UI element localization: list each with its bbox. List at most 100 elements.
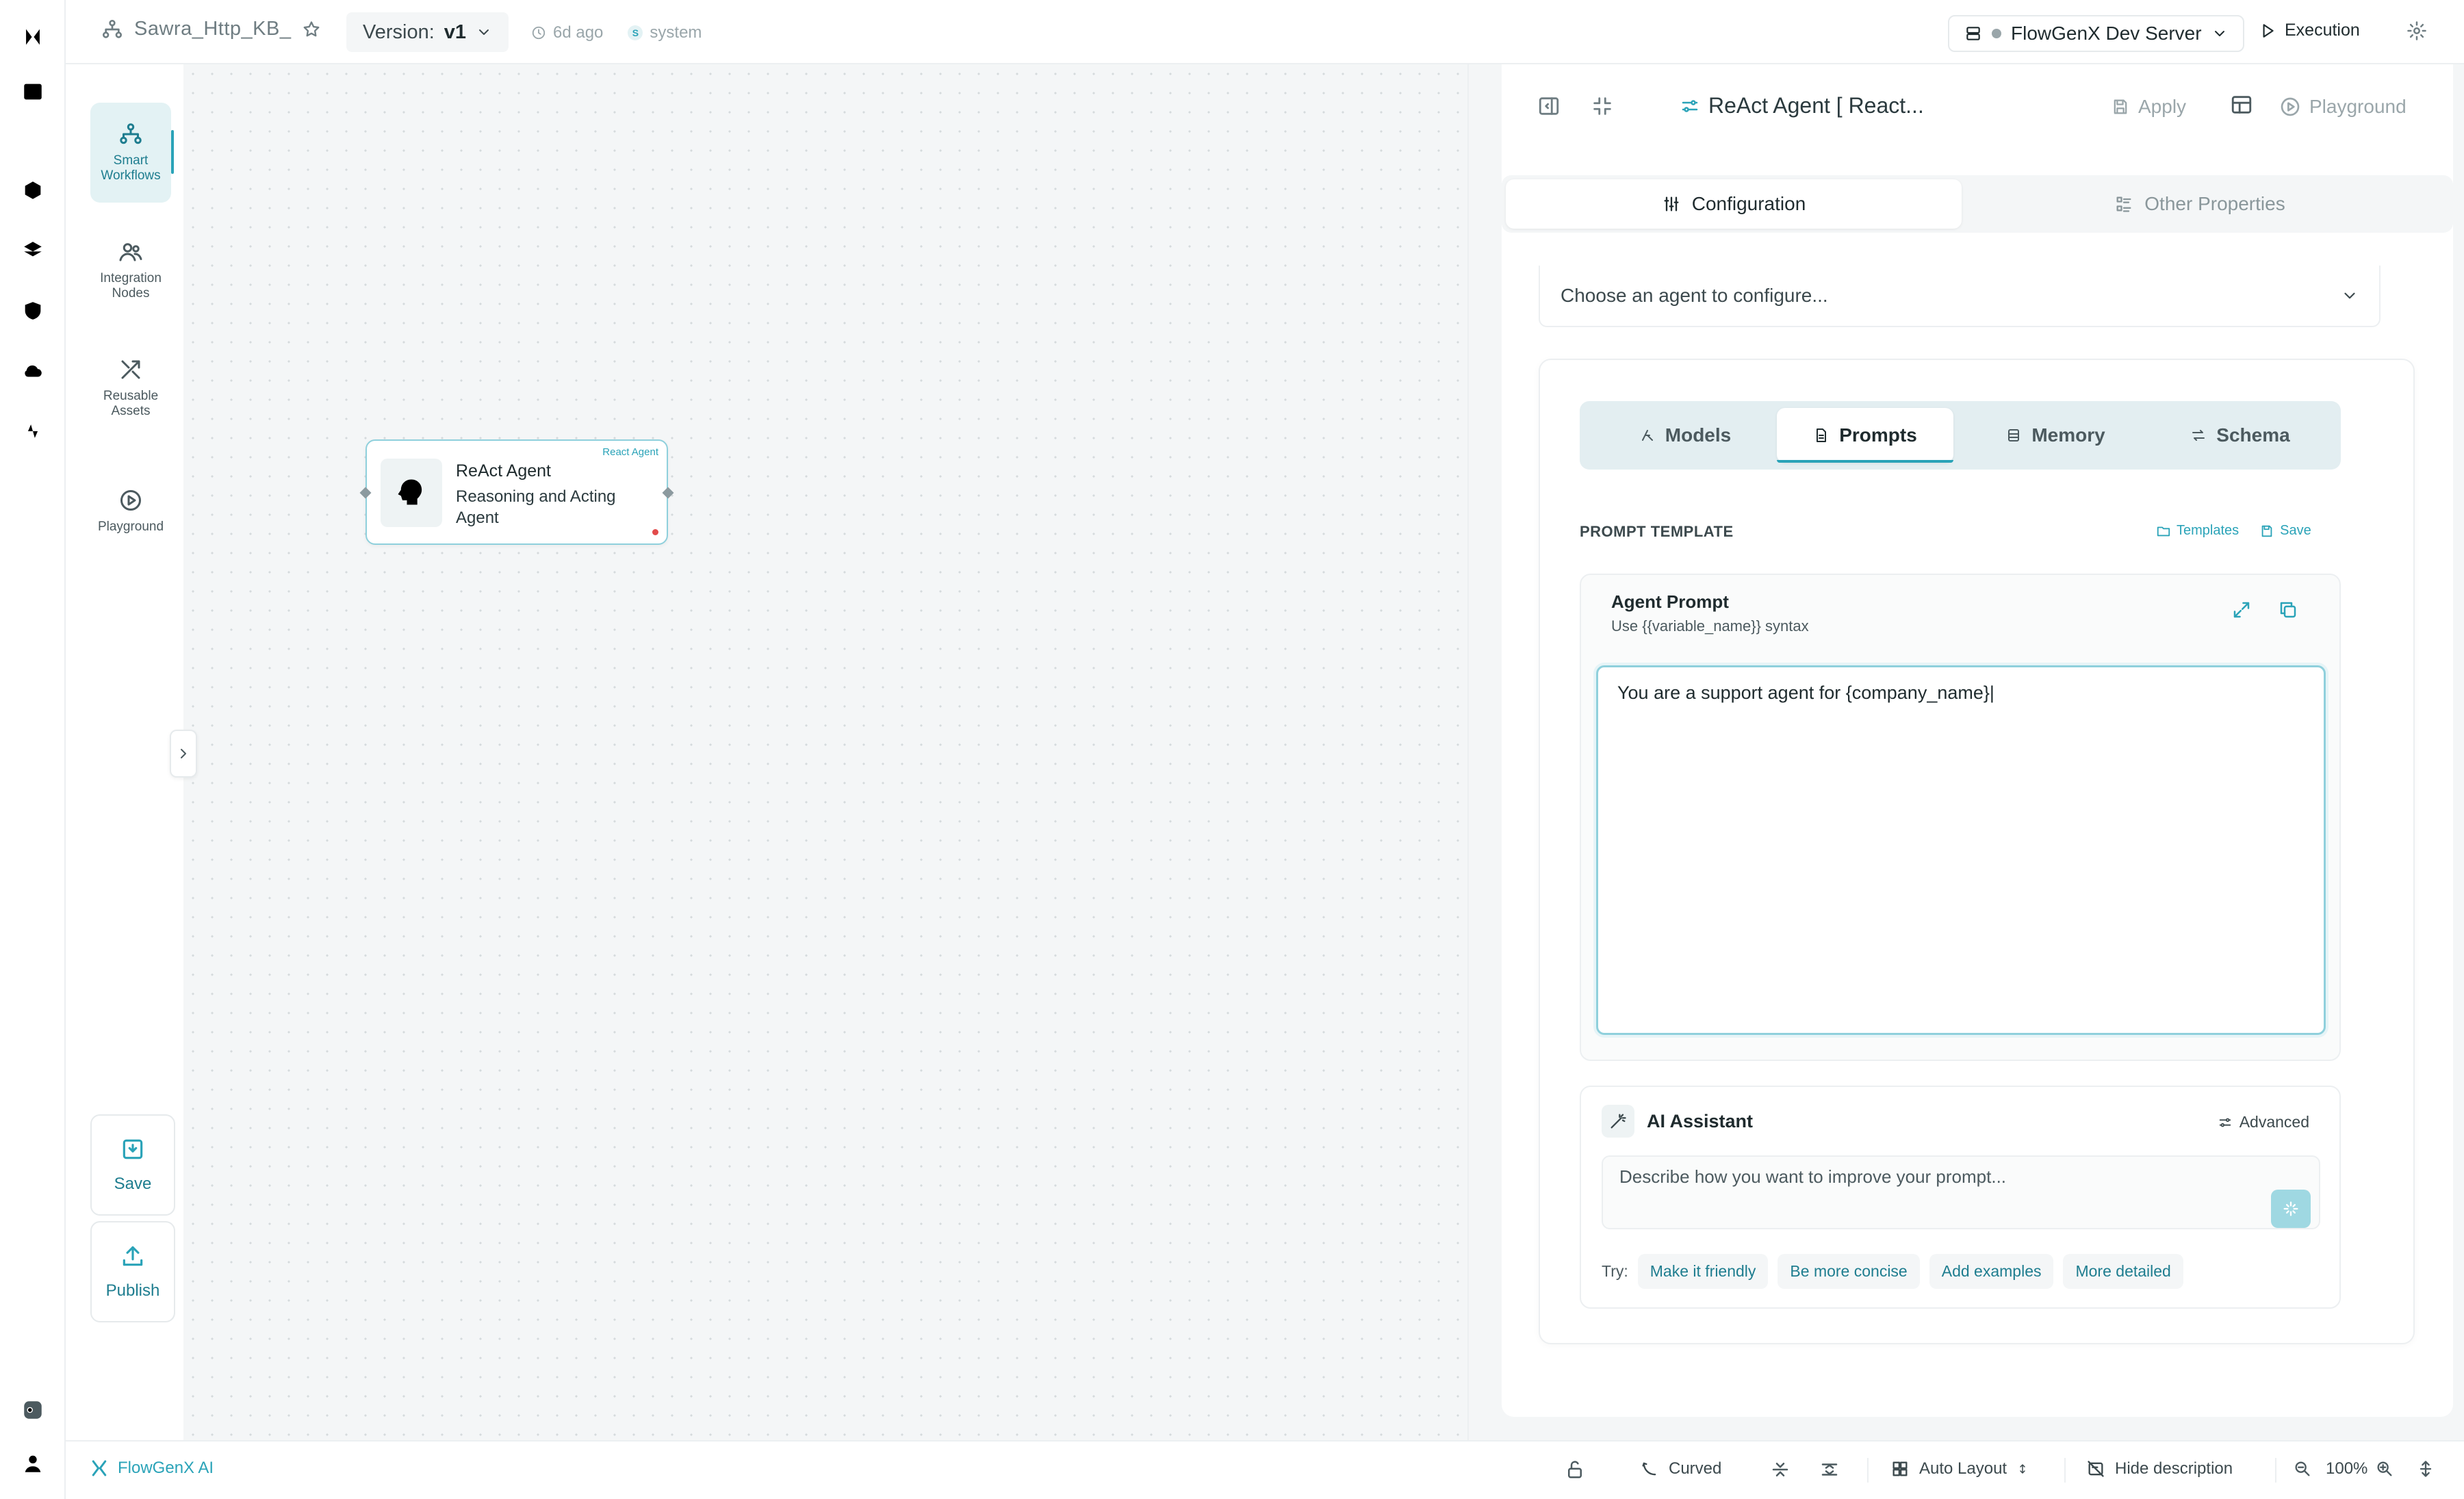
brand-name: FlowGenX AI	[118, 1459, 214, 1477]
suggestion-chip[interactable]: Be more concise	[1778, 1254, 1920, 1289]
subtab-label: Schema	[2216, 424, 2290, 446]
tab-configuration[interactable]: Configuration	[1506, 179, 1962, 229]
panel-toggle-icon[interactable]	[16, 75, 49, 108]
node-input-handle[interactable]	[359, 487, 372, 499]
cloud-icon[interactable]	[16, 355, 49, 387]
minimize-icon[interactable]	[1591, 94, 1614, 118]
templates-button[interactable]: Templates	[2156, 523, 2239, 539]
divider	[2064, 1458, 2066, 1483]
panel-tabs: Configuration Other Properties	[1502, 175, 2453, 233]
sidebar-item-label: Reusable Assets	[103, 389, 159, 418]
activity-icon[interactable]	[16, 415, 49, 448]
server-icon	[1964, 25, 1982, 42]
copy-icon[interactable]	[2278, 600, 2298, 620]
zoom-in-icon[interactable]	[2375, 1459, 2394, 1478]
folder-icon	[2156, 524, 2171, 539]
tab-other-properties[interactable]: Other Properties	[1967, 179, 2433, 229]
playground-button[interactable]: Playground	[2279, 96, 2407, 118]
layout-icon[interactable]	[2230, 93, 2253, 116]
advanced-button[interactable]: Advanced	[2218, 1113, 2309, 1131]
logo-icon[interactable]	[16, 21, 49, 53]
sidebar-item-label: Playground	[97, 520, 164, 534]
node-output-handle[interactable]	[662, 487, 674, 499]
user-icon[interactable]	[16, 1447, 49, 1480]
ai-assistant-title: AI Assistant	[1647, 1110, 1754, 1131]
node-description: Reasoning and Acting Agent	[456, 487, 616, 527]
shield-icon[interactable]	[16, 294, 49, 327]
document-icon	[1813, 427, 1830, 444]
agent-select[interactable]: Choose an agent to configure...	[1539, 266, 2380, 327]
sidebar-item-reusable-assets[interactable]: Reusable Assets	[90, 338, 171, 438]
execution-button[interactable]: Execution	[2259, 21, 2360, 40]
hide-description-label: Hide description	[2115, 1459, 2233, 1478]
sidebar-collapse-handle[interactable]	[170, 730, 197, 778]
save-icon	[2111, 97, 2130, 116]
subtab-schema[interactable]: Schema	[2151, 408, 2330, 463]
publish-button[interactable]: Publish	[90, 1221, 175, 1322]
expand-vertical-icon[interactable]	[1819, 1459, 1840, 1480]
try-label: Try:	[1602, 1262, 1628, 1280]
sidebar-item-playground[interactable]: Playground	[90, 461, 171, 561]
unlock-icon[interactable]	[1565, 1459, 1585, 1480]
ai-assistant-box: AI Assistant Advanced Describe how you w…	[1580, 1086, 2341, 1309]
node-type-tag: React Agent	[602, 446, 658, 458]
execution-label: Execution	[2285, 21, 2360, 40]
workflow-icon	[118, 122, 143, 146]
workflow-icon	[101, 18, 123, 40]
star-icon[interactable]	[302, 20, 321, 39]
settings-sliders-icon	[1680, 96, 1700, 116]
agent-prompt-box: Agent Prompt Use {{variable_name}} synta…	[1580, 574, 2341, 1061]
layers-icon[interactable]	[16, 234, 49, 267]
updated-text: 6d ago	[553, 23, 604, 42]
swap-icon	[2190, 427, 2207, 444]
sidebar-item-smart-workflows[interactable]: Smart Workflows	[90, 103, 174, 203]
toggle-icon[interactable]	[16, 1394, 49, 1426]
agent-prompt-textarea[interactable]: You are a support agent for {company_nam…	[1596, 665, 2326, 1035]
version-label: Version:	[363, 21, 435, 43]
sliders-icon	[1662, 194, 1681, 214]
workflow-canvas[interactable]: React Agent ReAct Agent Reasoning and Ac…	[183, 64, 1467, 1440]
server-dropdown[interactable]: FlowGenX Dev Server	[1948, 15, 2244, 52]
collapse-vertical-icon[interactable]	[1770, 1459, 1791, 1480]
subtab-memory[interactable]: Memory	[1963, 408, 2148, 463]
cube-icon[interactable]	[16, 174, 49, 207]
edge-style-button[interactable]: Curved	[1640, 1459, 1721, 1478]
react-agent-node[interactable]: React Agent ReAct Agent Reasoning and Ac…	[359, 439, 674, 545]
zoom-out-icon[interactable]	[2293, 1459, 2312, 1478]
sort-icon	[2016, 1463, 2029, 1475]
properties-panel: ReAct Agent [ React... Apply Playground …	[1467, 64, 2464, 1440]
suggestion-chip[interactable]: Add examples	[1929, 1254, 2054, 1289]
workflow-name-group[interactable]: Sawra_Http_KB_	[101, 18, 321, 40]
dock-panel-icon[interactable]	[1537, 94, 1561, 118]
subtab-prompts[interactable]: Prompts	[1777, 408, 1953, 463]
template-save-button[interactable]: Save	[2259, 523, 2311, 539]
suggestion-chip[interactable]: Make it friendly	[1637, 1254, 1769, 1289]
suggestion-chip[interactable]: More detailed	[2063, 1254, 2183, 1289]
chevron-down-icon	[2341, 287, 2359, 305]
top-bar: Sawra_Http_KB_ Version: v1 6d ago S syst…	[66, 0, 2464, 64]
expand-icon[interactable]	[2231, 600, 2252, 620]
ai-prompt-input[interactable]: Describe how you want to improve your pr…	[1602, 1155, 2320, 1229]
sidebar-item-integration-nodes[interactable]: Integration Nodes	[90, 220, 171, 320]
fit-height-icon[interactable]	[2416, 1459, 2435, 1478]
save-button[interactable]: Save	[90, 1114, 175, 1216]
apply-button[interactable]: Apply	[2111, 96, 2186, 118]
prompt-template-label: PROMPT TEMPLATE	[1580, 523, 1734, 540]
play-circle-icon	[118, 488, 143, 513]
workflow-name[interactable]: Sawra_Http_KB_	[134, 18, 291, 40]
model-icon	[1639, 427, 1656, 444]
chevron-down-icon	[2211, 25, 2228, 42]
gear-icon[interactable]	[2407, 21, 2427, 41]
node-error-dot	[652, 529, 658, 535]
ai-send-button[interactable]	[2271, 1190, 2311, 1228]
edge-style-label: Curved	[1669, 1459, 1722, 1478]
subtab-models[interactable]: Models	[1593, 408, 1777, 463]
version-dropdown[interactable]: Version: v1	[346, 12, 509, 52]
agent-prompt-hint: Use {{variable_name}} syntax	[1611, 617, 1809, 635]
panel-title-text: ReAct Agent [ React...	[1708, 93, 1924, 118]
subtab-label: Models	[1665, 424, 1732, 446]
auto-layout-button[interactable]: Auto Layout	[1890, 1459, 2029, 1478]
prompt-template-actions: Templates Save	[2156, 523, 2311, 539]
magic-wand-icon	[1602, 1105, 1634, 1138]
hide-description-button[interactable]: Hide description	[2086, 1459, 2233, 1478]
